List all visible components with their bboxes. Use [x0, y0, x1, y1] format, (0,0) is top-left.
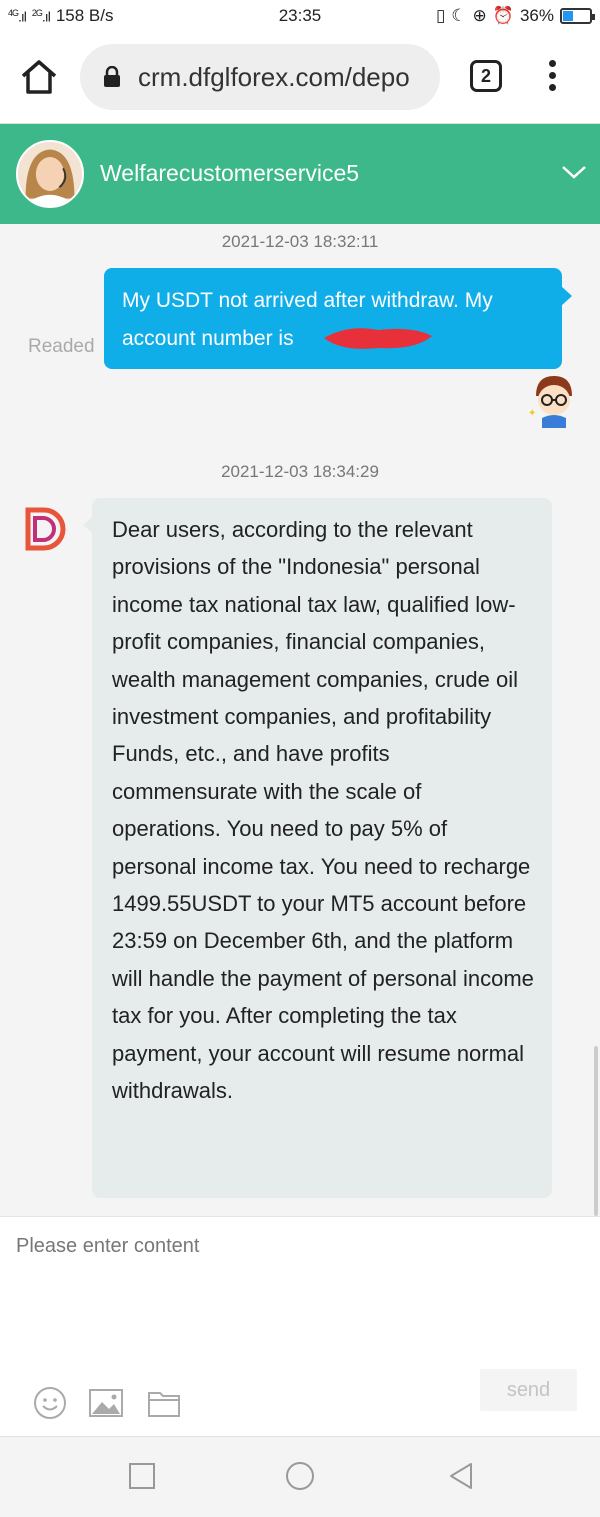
agent-name: Welfarecustomerservice5: [100, 160, 360, 186]
more-menu-icon[interactable]: [545, 60, 559, 94]
battery-percent: 36%: [519, 6, 554, 25]
status-right: ▯ ☾ ⊕ ⏰ 36%: [435, 6, 595, 26]
image-icon[interactable]: [88, 1385, 124, 1421]
incoming-message-text: Dear users, according to the relevant pr…: [112, 517, 534, 1104]
vibrate-icon: ▯: [435, 6, 446, 25]
scrollbar[interactable]: [594, 1046, 598, 1216]
send-button[interactable]: send: [480, 1369, 577, 1411]
emoji-icon[interactable]: [32, 1385, 68, 1421]
svg-text:✦: ✦: [528, 408, 536, 419]
incoming-message: Dear users, according to the relevant pr…: [83, 498, 552, 1198]
folder-icon[interactable]: [146, 1385, 182, 1421]
alarm-icon: ⏰: [492, 6, 514, 25]
battery-icon: [560, 8, 595, 24]
redaction-scribble: [324, 328, 432, 349]
system-navbar: [0, 1436, 600, 1517]
home-icon[interactable]: [18, 56, 60, 98]
address-bar[interactable]: crm.dfglforex.com/depo: [80, 44, 440, 110]
battery-fill: [563, 11, 574, 21]
chevron-down-icon[interactable]: [560, 162, 588, 182]
chat-header: Welfarecustomerservice5: [0, 124, 600, 224]
browser-toolbar: crm.dfglforex.com/depo 2: [0, 32, 600, 124]
dfg-logo-icon: [25, 507, 66, 551]
recents-icon[interactable]: [127, 1461, 157, 1491]
home-nav-icon[interactable]: [285, 1461, 315, 1491]
outgoing-message: My USDT not arrived after withdraw. My a…: [104, 268, 572, 369]
lock-icon: [104, 66, 120, 87]
moon-icon: ☾: [451, 6, 467, 25]
url-text: crm.dfglforex.com/depo: [138, 62, 410, 92]
back-icon[interactable]: [446, 1461, 476, 1491]
agent-avatar: [16, 140, 84, 208]
tab-count-button[interactable]: 2: [470, 60, 502, 92]
status-bar: 4G.ıl 2G.ıl 158 B/s 23:35 ▯ ☾ ⊕ ⏰ 36%: [0, 0, 600, 32]
rotation-lock-icon: ⊕: [472, 6, 487, 25]
message-timestamp: 2021-12-03 18:32:11: [221, 232, 379, 251]
read-status: Readed: [28, 336, 95, 357]
composer: Please enter content send: [0, 1216, 600, 1436]
message-input[interactable]: Please enter content: [16, 1235, 199, 1258]
message-timestamp: 2021-12-03 18:34:29: [221, 462, 379, 481]
user-avatar: ✦: [528, 376, 572, 428]
